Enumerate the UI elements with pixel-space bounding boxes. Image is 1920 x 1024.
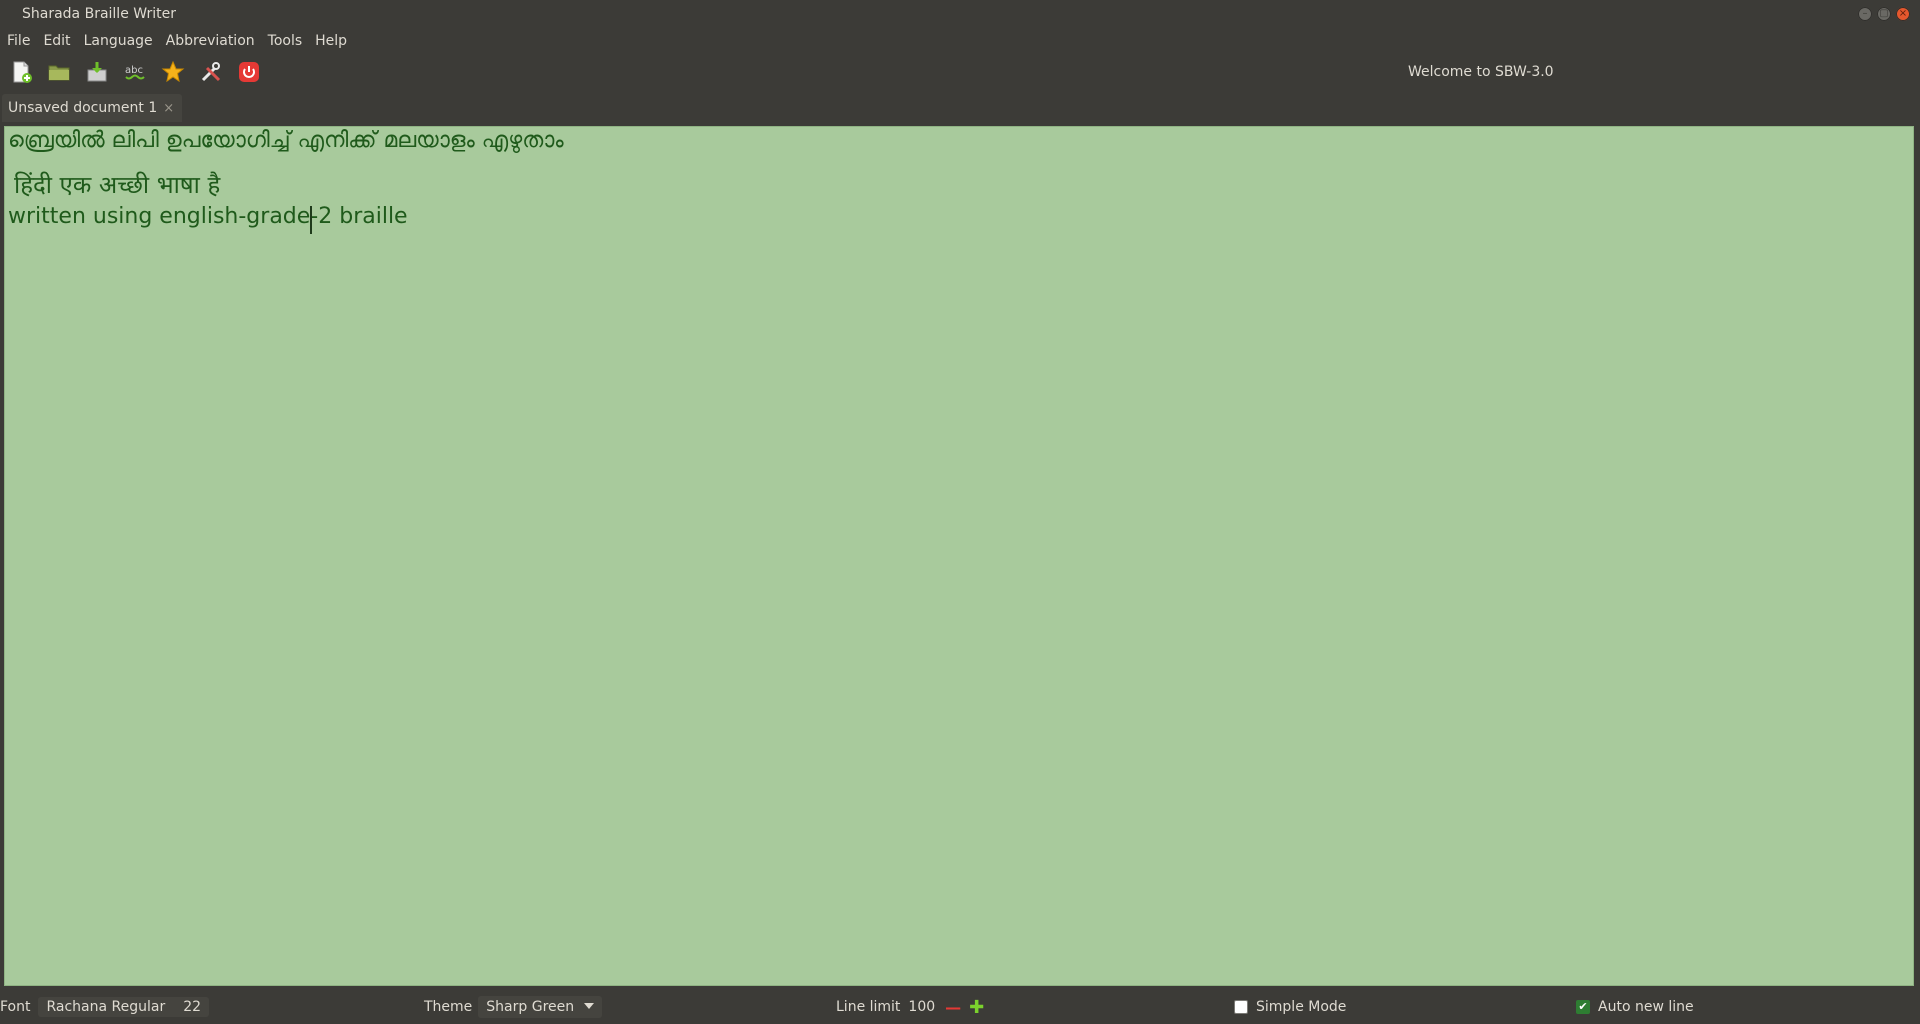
open-button[interactable] — [46, 59, 72, 85]
menu-language[interactable]: Language — [78, 33, 159, 49]
app-window: Sharada Braille Writer – ▢ × File Edit L… — [0, 0, 1920, 1024]
menu-file[interactable]: File — [1, 33, 36, 49]
quit-button[interactable] — [236, 59, 262, 85]
window-controls: – ▢ × — [1858, 7, 1910, 21]
power-icon — [239, 62, 259, 82]
menu-help[interactable]: Help — [309, 33, 353, 49]
auto-new-line-section: ✔ Auto new line — [1576, 990, 1694, 1024]
menu-tools[interactable]: Tools — [262, 33, 309, 49]
font-name: Rachana Regular — [46, 999, 166, 1015]
decrease-line-limit-button[interactable]: — — [945, 998, 961, 1017]
window-title: Sharada Braille Writer — [22, 6, 176, 22]
theme-label: Theme — [424, 999, 473, 1015]
preferences-button[interactable] — [198, 59, 224, 85]
font-label: Font — [0, 999, 31, 1015]
auto-new-line-label: Auto new line — [1598, 999, 1694, 1015]
line-limit-value: 100 — [908, 999, 936, 1015]
welcome-text: Welcome to SBW-3.0 — [1408, 64, 1554, 80]
title-bar: Sharada Braille Writer – ▢ × — [0, 0, 1920, 28]
editor-line-malayalam: ബ്രെയിൽ ലിപി ഉപയോഗിച്ച് എനിക്ക് മലയാളം എ… — [8, 128, 564, 153]
increase-line-limit-button[interactable]: ✚ — [969, 997, 984, 1018]
simple-mode-label: Simple Mode — [1256, 999, 1347, 1015]
tools-icon — [201, 62, 221, 82]
minimize-button[interactable]: – — [1858, 7, 1872, 21]
close-button[interactable]: × — [1896, 7, 1910, 21]
menu-bar: File Edit Language Abbreviation Tools He… — [0, 28, 1920, 54]
theme-select[interactable]: Sharp Green — [478, 996, 603, 1018]
folder-icon — [48, 65, 70, 81]
theme-section: Theme Sharp Green — [424, 990, 603, 1024]
new-document-button[interactable] — [8, 59, 34, 85]
chevron-down-icon — [584, 1003, 595, 1009]
save-button[interactable] — [84, 59, 110, 85]
check-icon: ✔ — [1578, 1000, 1588, 1013]
editor-line-english: written using english-grade-2 braille — [8, 204, 408, 229]
star-icon — [161, 60, 185, 83]
line-limit-section: Line limit 100 — ✚ — [836, 990, 984, 1024]
line-limit-label: Line limit — [836, 999, 901, 1015]
font-section: Font Rachana Regular 22 — [0, 990, 210, 1024]
simple-mode-section: Simple Mode — [1234, 990, 1346, 1024]
new-document-icon — [13, 61, 32, 83]
text-editor[interactable]: ബ്രെയിൽ ലിപി ഉപയോഗിച്ച് എനിക്ക് മലയാളം എ… — [4, 126, 1914, 986]
tab-close-icon[interactable]: × — [163, 101, 174, 116]
svg-text:abc: abc — [125, 65, 143, 76]
spell-check-button[interactable]: abc — [122, 59, 148, 85]
theme-value: Sharp Green — [486, 999, 575, 1015]
toolbar: abc Welcome to SBW-3.0 — [0, 54, 1920, 90]
font-size: 22 — [183, 999, 202, 1015]
favourite-button[interactable] — [160, 59, 186, 85]
tab-label: Unsaved document 1 — [8, 100, 158, 116]
editor-line-hindi: हिंदी एक अच्छी भाषा है — [14, 171, 221, 199]
menu-edit[interactable]: Edit — [37, 33, 76, 49]
menu-abbreviation[interactable]: Abbreviation — [160, 33, 261, 49]
tab-bar: Unsaved document 1 × — [0, 90, 1920, 124]
font-chooser-button[interactable]: Rachana Regular 22 — [38, 997, 210, 1017]
tab-unsaved-document-1[interactable]: Unsaved document 1 × — [2, 94, 183, 122]
text-caret — [310, 206, 312, 234]
status-bar: Font Rachana Regular 22 Theme Sharp Gree… — [0, 990, 1920, 1024]
auto-new-line-checkbox[interactable]: ✔ — [1576, 1000, 1590, 1014]
simple-mode-checkbox[interactable] — [1234, 1000, 1248, 1014]
save-icon — [87, 62, 107, 82]
spellcheck-icon: abc — [125, 65, 145, 80]
maximize-button[interactable]: ▢ — [1877, 7, 1891, 21]
